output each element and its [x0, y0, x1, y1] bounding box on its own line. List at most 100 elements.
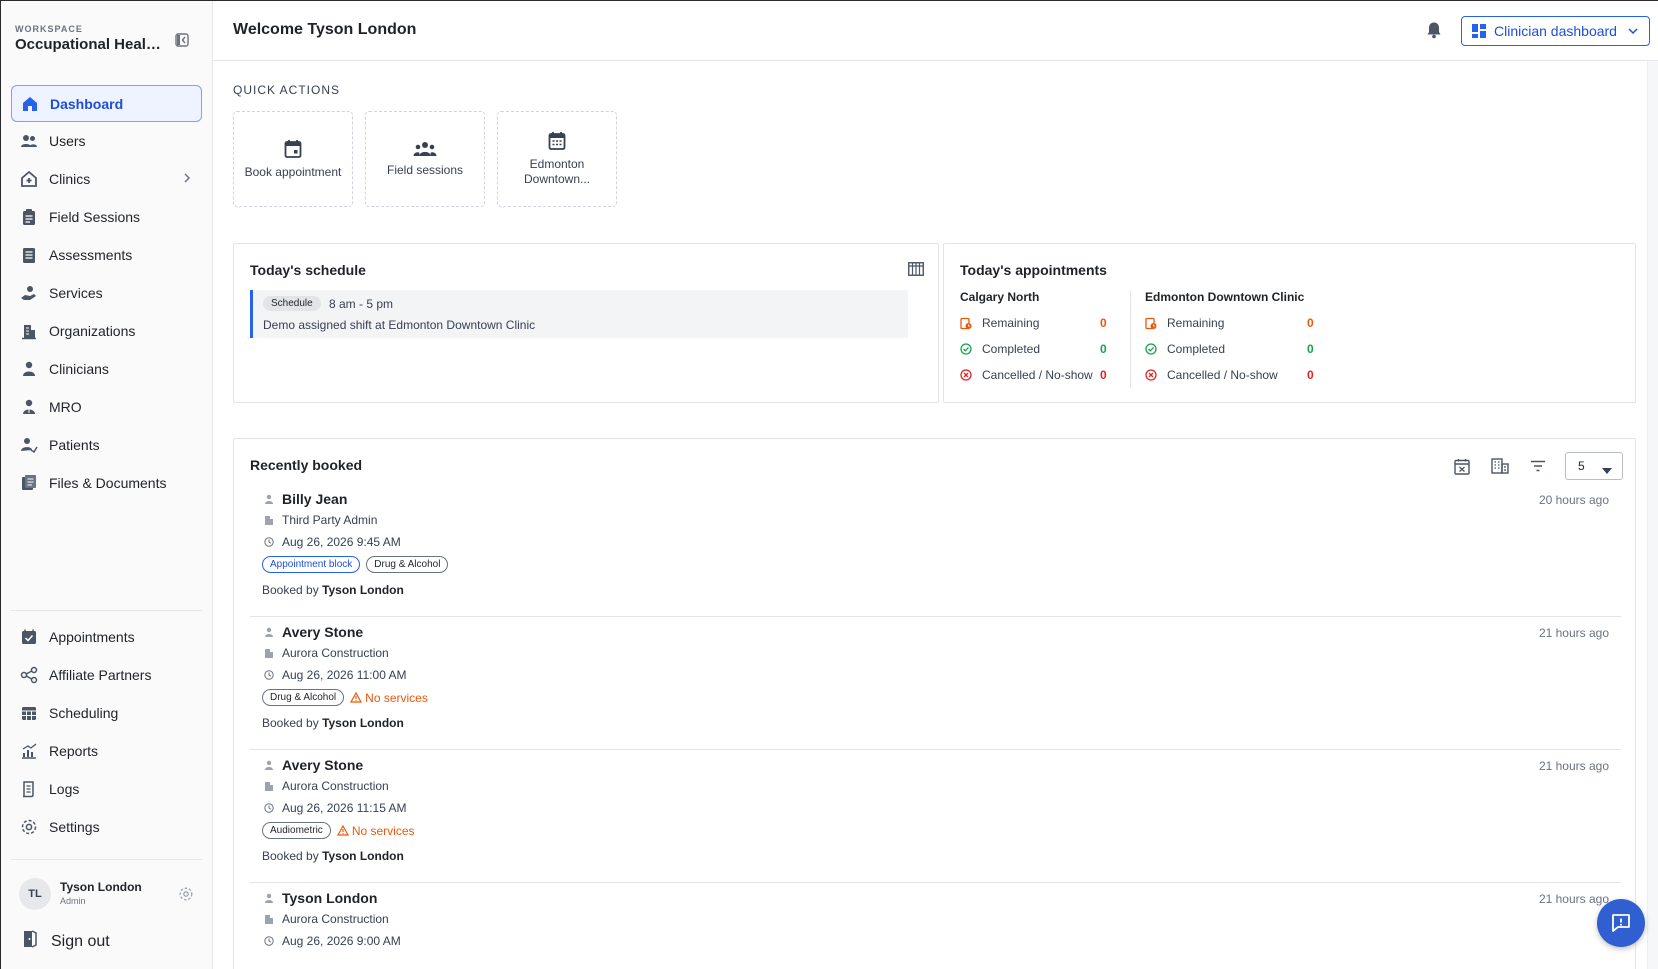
calendar-icon: [284, 139, 302, 159]
sidebar-item-label: Users: [49, 133, 86, 149]
booked-by: Booked by Tyson London: [262, 583, 404, 597]
sidebar-item-logs[interactable]: Logs: [11, 770, 202, 808]
dashboard-selector[interactable]: Clinician dashboard: [1461, 16, 1650, 46]
sign-out-icon: [21, 929, 39, 954]
sidebar-item-reports[interactable]: Reports: [11, 732, 202, 770]
appointment-datetime: Aug 26, 2026 9:00 AM: [264, 934, 401, 948]
calendar-grid-icon: [548, 131, 566, 151]
todays-appointments-card: Today's appointments Calgary North Remai…: [943, 243, 1636, 403]
group-icon: [413, 141, 437, 157]
sidebar-item-organizations[interactable]: Organizations: [11, 312, 202, 350]
nav-divider: [11, 610, 202, 611]
sidebar-item-label: Clinicians: [49, 361, 109, 377]
dashboard-grid-icon: [1472, 24, 1486, 38]
mro-icon: [19, 397, 39, 417]
list-item[interactable]: Billy Jean Third Party Admin Aug 26, 202…: [250, 481, 1621, 617]
sidebar-item-settings[interactable]: Settings: [11, 808, 202, 846]
booked-by: Booked by Tyson London: [262, 849, 404, 863]
page-size-select[interactable]: 5: [1565, 452, 1623, 480]
organization-text: Aurora Construction: [282, 646, 389, 660]
clipboard-icon: [19, 207, 39, 227]
sidebar-item-label: Patients: [49, 437, 100, 453]
sign-out-label: Sign out: [51, 932, 110, 950]
chat-button[interactable]: [1597, 899, 1645, 947]
sidebar-item-patients[interactable]: Patients: [11, 426, 202, 464]
sidebar-item-affiliate-partners[interactable]: Affiliate Partners: [11, 656, 202, 694]
schedule-item[interactable]: Schedule 8 am - 5 pm Demo assigned shift…: [250, 290, 908, 338]
tag-list: Drug & Alcohol No services: [262, 689, 428, 706]
scheduling-icon: [19, 703, 39, 723]
organization-name: Aurora Construction: [264, 912, 389, 926]
clinic-stats-calgary-north: Calgary North Remaining 0 Completed 0 Ca…: [960, 290, 1114, 388]
quick-action-label: Field sessions: [386, 162, 464, 177]
user-settings-icon[interactable]: [178, 886, 194, 907]
patient-name-text: Billy Jean: [282, 491, 348, 507]
building-icon: [264, 781, 278, 791]
list-item[interactable]: Tyson London Aurora Construction Aug 26,…: [250, 880, 1621, 969]
appointment-datetime: Aug 26, 2026 11:15 AM: [264, 801, 407, 815]
sidebar-item-assessments[interactable]: Assessments: [11, 236, 202, 274]
organization-name: Aurora Construction: [264, 646, 389, 660]
sidebar: WORKSPACE Occupational Health Services D…: [1, 1, 213, 969]
remaining-count: 0: [1100, 316, 1107, 330]
user-name: Tyson London: [60, 880, 142, 894]
sidebar-item-dashboard[interactable]: Dashboard: [11, 85, 202, 122]
calendar-view-icon[interactable]: [908, 262, 924, 281]
datetime-text: Aug 26, 2026 11:00 AM: [282, 668, 407, 682]
page-scrollbar[interactable]: [1647, 61, 1658, 969]
main-content: QUICK ACTIONS Book appointment Field ses…: [213, 61, 1647, 969]
chevron-right-icon: [182, 171, 192, 187]
services-icon: [19, 283, 39, 303]
tag-service: Drug & Alcohol: [262, 689, 345, 706]
logs-icon: [19, 779, 39, 799]
quick-action-book-appointment[interactable]: Book appointment: [233, 111, 353, 207]
calendar-clear-icon[interactable]: [1451, 455, 1473, 477]
completed-count: 0: [1100, 342, 1107, 356]
chevron-down-icon: [1627, 27, 1639, 35]
x-circle-icon: [1145, 369, 1159, 381]
time-ago: 21 hours ago: [1538, 892, 1609, 906]
patient-name: Tyson London: [264, 890, 377, 906]
sidebar-item-clinics[interactable]: Clinics: [11, 160, 202, 198]
filter-icon[interactable]: [1527, 455, 1549, 477]
sidebar-item-field-sessions[interactable]: Field Sessions: [11, 198, 202, 236]
todays-schedule-title: Today's schedule: [250, 262, 366, 278]
booked-by-name: Tyson London: [322, 716, 404, 730]
remaining-label: Remaining: [982, 316, 1040, 330]
user-profile[interactable]: TL Tyson London Admin: [19, 878, 194, 912]
building-filter-icon[interactable]: [1489, 455, 1511, 477]
booked-by-name: Tyson London: [322, 849, 404, 863]
sidebar-item-scheduling[interactable]: Scheduling: [11, 694, 202, 732]
remaining-count: 0: [1307, 316, 1314, 330]
remaining-label: Remaining: [1167, 316, 1225, 330]
sidebar-item-files-documents[interactable]: Files & Documents: [11, 464, 202, 502]
top-header: Welcome Tyson London Clinician dashboard: [213, 1, 1658, 61]
appointments-icon: [19, 627, 39, 647]
sidebar-item-appointments[interactable]: Appointments: [11, 618, 202, 656]
list-item[interactable]: Avery Stone Aurora Construction Aug 26, …: [250, 614, 1621, 750]
check-circle-icon: [960, 343, 974, 355]
sidebar-item-mro[interactable]: MRO: [11, 388, 202, 426]
users-icon: [19, 131, 39, 151]
sidebar-item-users[interactable]: Users: [11, 122, 202, 160]
no-services-warning: No services: [336, 824, 415, 838]
clock-icon: [264, 936, 278, 946]
quick-action-edmonton-downtown[interactable]: Edmonton Downtown...: [497, 111, 617, 207]
sidebar-item-clinicians[interactable]: Clinicians: [11, 350, 202, 388]
sidebar-item-label: Clinics: [49, 171, 91, 187]
patient-name-text: Tyson London: [282, 890, 378, 906]
sign-out-button[interactable]: Sign out: [21, 929, 110, 954]
workspace-name[interactable]: Occupational Health Services: [15, 36, 165, 53]
notification-bell-icon[interactable]: [1426, 21, 1442, 44]
booked-by-name: Tyson London: [322, 583, 404, 597]
sidebar-item-label: Services: [49, 285, 103, 301]
quick-action-field-sessions[interactable]: Field sessions: [365, 111, 485, 207]
partners-icon: [19, 665, 39, 685]
sidebar-item-services[interactable]: Services: [11, 274, 202, 312]
person-icon: [264, 760, 278, 770]
list-item[interactable]: Avery Stone Aurora Construction Aug 26, …: [250, 747, 1621, 883]
collapse-sidebar-button[interactable]: [173, 31, 191, 49]
clock-icon: [264, 803, 278, 813]
warning-text: No services: [365, 690, 428, 705]
patient-name: Avery Stone: [264, 624, 363, 640]
